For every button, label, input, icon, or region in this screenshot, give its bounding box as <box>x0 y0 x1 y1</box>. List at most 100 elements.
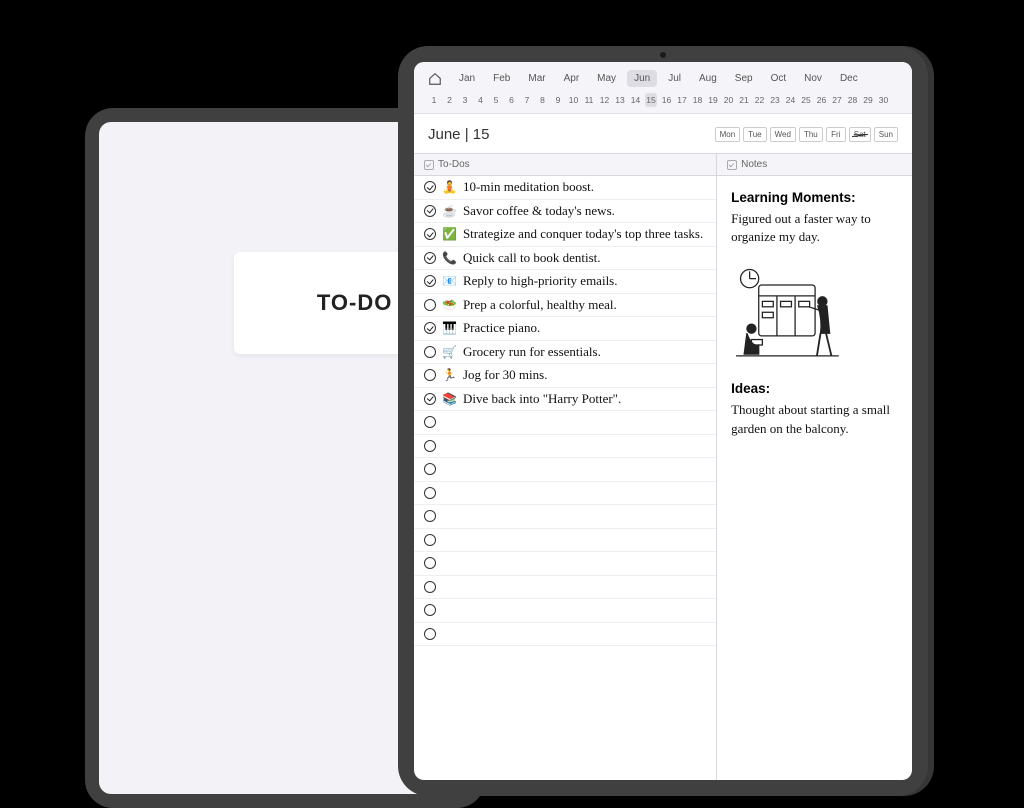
day-21[interactable]: 21 <box>738 93 750 107</box>
todo-checkbox[interactable] <box>424 463 436 475</box>
todo-checkbox[interactable] <box>424 181 436 193</box>
day-27[interactable]: 27 <box>831 93 843 107</box>
todo-checkbox[interactable] <box>424 346 436 358</box>
todo-row[interactable]: 📧Reply to high-priority emails. <box>414 270 716 294</box>
day-13[interactable]: 13 <box>614 93 626 107</box>
day-26[interactable]: 26 <box>816 93 828 107</box>
productivity-illustration <box>731 265 841 365</box>
todo-row[interactable]: 📞Quick call to book dentist. <box>414 247 716 271</box>
todo-checkbox[interactable] <box>424 510 436 522</box>
day-24[interactable]: 24 <box>785 93 797 107</box>
todo-checkbox[interactable] <box>424 322 436 334</box>
day-8[interactable]: 8 <box>537 93 549 107</box>
todo-emoji: ✅ <box>442 227 457 241</box>
day-2[interactable]: 2 <box>444 93 456 107</box>
month-nov[interactable]: Nov <box>797 70 829 87</box>
day-14[interactable]: 14 <box>630 93 642 107</box>
todo-checkbox[interactable] <box>424 252 436 264</box>
ideas-section: Ideas: Thought about starting a small ga… <box>731 379 898 438</box>
day-10[interactable]: 10 <box>568 93 580 107</box>
day-29[interactable]: 29 <box>862 93 874 107</box>
weekday-tue[interactable]: Tue <box>743 127 767 142</box>
notes-body[interactable]: Learning Moments: Figured out a faster w… <box>717 176 912 469</box>
day-1[interactable]: 1 <box>428 93 440 107</box>
todo-checkbox[interactable] <box>424 275 436 287</box>
todo-checkbox[interactable] <box>424 205 436 217</box>
month-sep[interactable]: Sep <box>728 70 760 87</box>
weekday-fri[interactable]: Fri <box>826 127 846 142</box>
todo-checkbox[interactable] <box>424 416 436 428</box>
todo-row-empty[interactable] <box>414 411 716 435</box>
todo-row-empty[interactable] <box>414 458 716 482</box>
day-18[interactable]: 18 <box>692 93 704 107</box>
todo-row[interactable]: ✅Strategize and conquer today's top thre… <box>414 223 716 247</box>
month-apr[interactable]: Apr <box>557 70 587 87</box>
month-jan[interactable]: Jan <box>452 70 482 87</box>
todo-text: Prep a colorful, healthy meal. <box>463 297 617 313</box>
weekday-mon[interactable]: Mon <box>715 127 741 142</box>
weekday-sat[interactable]: Sat <box>849 127 871 142</box>
todo-text: Savor coffee & today's news. <box>463 203 615 219</box>
todo-row[interactable]: 🎹Practice piano. <box>414 317 716 341</box>
todo-text: Quick call to book dentist. <box>463 250 601 266</box>
date-title: June | 15 <box>428 126 489 143</box>
day-23[interactable]: 23 <box>769 93 781 107</box>
home-icon[interactable] <box>428 72 442 86</box>
todo-row[interactable]: 🛒Grocery run for essentials. <box>414 341 716 365</box>
todo-row[interactable]: ☕Savor coffee & today's news. <box>414 200 716 224</box>
todo-row-empty[interactable] <box>414 576 716 600</box>
day-9[interactable]: 9 <box>552 93 564 107</box>
todo-checkbox[interactable] <box>424 228 436 240</box>
day-28[interactable]: 28 <box>847 93 859 107</box>
day-30[interactable]: 30 <box>878 93 890 107</box>
day-12[interactable]: 12 <box>599 93 611 107</box>
day-17[interactable]: 17 <box>676 93 688 107</box>
todo-text: 10-min meditation boost. <box>463 179 594 195</box>
todo-checkbox[interactable] <box>424 604 436 616</box>
month-mar[interactable]: Mar <box>521 70 552 87</box>
todo-row[interactable]: 🥗Prep a colorful, healthy meal. <box>414 294 716 318</box>
todo-row-empty[interactable] <box>414 623 716 647</box>
todo-row-empty[interactable] <box>414 435 716 459</box>
todo-row-empty[interactable] <box>414 552 716 576</box>
todo-checkbox[interactable] <box>424 487 436 499</box>
day-4[interactable]: 4 <box>475 93 487 107</box>
day-5[interactable]: 5 <box>490 93 502 107</box>
weekday-wed[interactable]: Wed <box>770 127 796 142</box>
weekday-thu[interactable]: Thu <box>799 127 823 142</box>
todo-row-empty[interactable] <box>414 599 716 623</box>
todo-checkbox[interactable] <box>424 369 436 381</box>
month-dec[interactable]: Dec <box>833 70 865 87</box>
todo-checkbox[interactable] <box>424 628 436 640</box>
month-may[interactable]: May <box>590 70 623 87</box>
day-11[interactable]: 11 <box>583 93 595 107</box>
content-area: To-Dos 🧘10-min meditation boost.☕Savor c… <box>414 154 912 780</box>
day-22[interactable]: 22 <box>754 93 766 107</box>
todo-checkbox[interactable] <box>424 581 436 593</box>
todo-row-empty[interactable] <box>414 529 716 553</box>
day-25[interactable]: 25 <box>800 93 812 107</box>
todo-row-empty[interactable] <box>414 505 716 529</box>
day-7[interactable]: 7 <box>521 93 533 107</box>
weekday-sun[interactable]: Sun <box>874 127 898 142</box>
month-oct[interactable]: Oct <box>764 70 794 87</box>
todo-row[interactable]: 🏃Jog for 30 mins. <box>414 364 716 388</box>
todo-checkbox[interactable] <box>424 534 436 546</box>
todo-row-empty[interactable] <box>414 482 716 506</box>
todo-row[interactable]: 📚Dive back into "Harry Potter". <box>414 388 716 412</box>
month-aug[interactable]: Aug <box>692 70 724 87</box>
day-20[interactable]: 20 <box>723 93 735 107</box>
todo-row[interactable]: 🧘10-min meditation boost. <box>414 176 716 200</box>
todo-checkbox[interactable] <box>424 393 436 405</box>
todo-checkbox[interactable] <box>424 557 436 569</box>
day-6[interactable]: 6 <box>506 93 518 107</box>
day-3[interactable]: 3 <box>459 93 471 107</box>
day-19[interactable]: 19 <box>707 93 719 107</box>
day-16[interactable]: 16 <box>661 93 673 107</box>
day-15[interactable]: 15 <box>645 93 657 107</box>
month-feb[interactable]: Feb <box>486 70 517 87</box>
todo-checkbox[interactable] <box>424 440 436 452</box>
month-jul[interactable]: Jul <box>661 70 688 87</box>
month-jun[interactable]: Jun <box>627 70 657 87</box>
todo-checkbox[interactable] <box>424 299 436 311</box>
